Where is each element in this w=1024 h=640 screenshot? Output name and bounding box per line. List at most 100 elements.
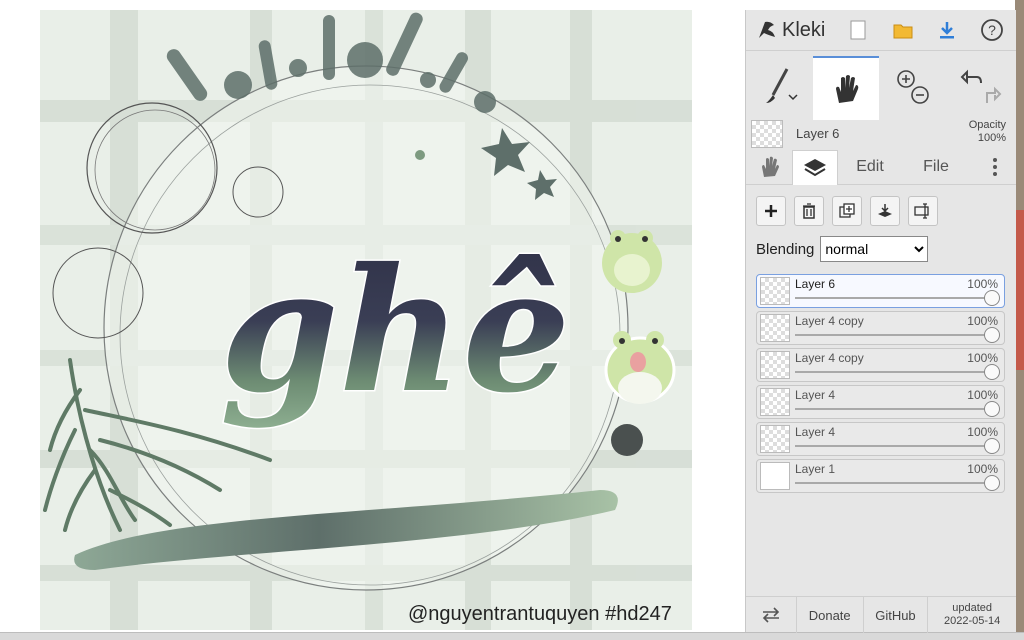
opacity-slider-handle[interactable]: [984, 327, 1000, 343]
undo-redo-buttons[interactable]: [947, 56, 1013, 118]
download-icon: [940, 22, 954, 39]
layer-name: Layer 4: [795, 388, 836, 402]
side-panel: Kleki ? Layer 6 Opacity 100% Edit File B…: [745, 10, 1016, 633]
open-file-button[interactable]: [889, 16, 917, 44]
plus-icon: [765, 205, 777, 217]
artwork-title: ghê: [220, 231, 571, 431]
layer-name: Layer 4 copy: [795, 314, 864, 328]
github-link[interactable]: GitHub: [864, 597, 929, 633]
kleki-logo-icon: [759, 21, 775, 38]
tab-file[interactable]: File: [908, 150, 964, 184]
swap-sides-button[interactable]: [746, 597, 797, 633]
panel-footer: Donate GitHub updated 2022-05-14: [746, 596, 1016, 633]
opacity-slider-track[interactable]: [795, 297, 992, 299]
folder-icon: [893, 24, 913, 39]
layer-item[interactable]: Layer 4 100%: [756, 385, 1005, 419]
layer-actions: [756, 196, 938, 228]
zoom-in-out-icon: [897, 70, 929, 104]
layer-item[interactable]: Layer 6 100%: [756, 274, 1005, 308]
layer-opacity: 100%: [967, 351, 998, 365]
opacity-slider-handle[interactable]: [984, 401, 1000, 417]
donate-link[interactable]: Donate: [797, 597, 864, 633]
undo-redo-icon: [960, 69, 1002, 103]
app-name: Kleki: [782, 18, 826, 41]
layer-item[interactable]: Layer 1 100%: [756, 459, 1005, 493]
new-file-button[interactable]: [844, 16, 872, 44]
brush-tool-button[interactable]: [746, 56, 812, 118]
more-vertical-icon: [993, 158, 997, 176]
brush-icon: [766, 68, 798, 103]
help-icon: ?: [981, 19, 1003, 41]
hand-icon: [836, 75, 859, 103]
layer-thumbnail: [760, 277, 790, 305]
opacity-slider-handle[interactable]: [984, 364, 1000, 380]
layers-icon: [804, 159, 826, 177]
updated-info: updated 2022-05-14: [928, 597, 1016, 633]
current-layer-info: Layer 6 Opacity 100%: [746, 116, 1016, 152]
artwork: ghê: [40, 10, 692, 630]
layer-opacity: 100%: [967, 314, 998, 328]
layer-thumbnail: [760, 425, 790, 453]
opacity-slider-handle[interactable]: [984, 475, 1000, 491]
trash-icon: [803, 203, 815, 219]
layer-name: Layer 1: [795, 462, 836, 476]
layer-opacity: 100%: [967, 388, 998, 402]
rename-icon: [914, 203, 929, 219]
opacity-label: Opacity: [968, 119, 1006, 131]
layer-item[interactable]: Layer 4 copy 100%: [756, 348, 1005, 382]
panel-header: Kleki ?: [746, 10, 1016, 51]
layer-thumbnail: [760, 462, 790, 490]
hand-tool-button[interactable]: [813, 56, 879, 120]
opacity-slider-track[interactable]: [795, 445, 992, 447]
rename-layer-button[interactable]: [908, 196, 938, 226]
panel-tabs: Edit File: [746, 150, 1016, 185]
zoom-tool-button[interactable]: [880, 56, 946, 118]
layer-name: Layer 4 copy: [795, 351, 864, 365]
tab-hand[interactable]: [748, 150, 790, 184]
layer-item[interactable]: Layer 4 copy 100%: [756, 311, 1005, 345]
opacity-slider-track[interactable]: [795, 408, 992, 410]
layer-opacity: 100%: [967, 462, 998, 476]
layer-opacity: 100%: [967, 425, 998, 439]
current-layer-name: Layer 6: [796, 126, 840, 141]
merge-layer-button[interactable]: [870, 196, 900, 226]
opacity-slider-track[interactable]: [795, 482, 992, 484]
add-layer-button[interactable]: [756, 196, 786, 226]
frog-sticker-2: [604, 331, 676, 404]
layer-thumbnail: [760, 388, 790, 416]
drawing-canvas[interactable]: ghê @nguyentrantuquyen #hd247: [0, 0, 745, 632]
blending-select[interactable]: normal: [820, 236, 929, 262]
help-button[interactable]: ?: [978, 16, 1006, 44]
hand-icon: [762, 156, 779, 177]
merge-down-icon: [878, 204, 892, 217]
window-edge: [1015, 0, 1024, 632]
layer-item[interactable]: Layer 4 100%: [756, 422, 1005, 456]
blending-label: Blending: [756, 240, 815, 258]
tool-row: [746, 56, 1016, 120]
artwork-graphic: ghê: [40, 10, 692, 630]
tab-edit[interactable]: Edit: [842, 150, 898, 184]
app-logo[interactable]: Kleki: [756, 16, 825, 44]
layer-name: Layer 6: [795, 277, 836, 291]
current-layer-opacity: Opacity 100%: [969, 119, 1006, 145]
layer-opacity: 100%: [967, 277, 998, 291]
more-menu-button[interactable]: [980, 150, 1010, 184]
opacity-slider-handle[interactable]: [984, 438, 1000, 454]
delete-layer-button[interactable]: [794, 196, 824, 226]
opacity-slider-handle[interactable]: [984, 290, 1000, 306]
tab-layers[interactable]: [792, 150, 838, 185]
save-button[interactable]: [933, 16, 961, 44]
swap-arrows-icon: [762, 607, 780, 623]
opacity-value: 100%: [977, 132, 1006, 144]
opacity-slider-track[interactable]: [795, 371, 992, 373]
layer-name: Layer 4: [795, 425, 836, 439]
watermark: @nguyentrantuquyen #hd247: [408, 603, 672, 625]
duplicate-icon: [839, 203, 855, 218]
new-file-icon: [850, 20, 866, 40]
blending-control: Blending normal: [756, 236, 929, 262]
updated-date: 2022-05-14: [944, 615, 1001, 627]
opacity-slider-track[interactable]: [795, 334, 992, 336]
layer-thumbnail: [760, 314, 790, 342]
duplicate-layer-button[interactable]: [832, 196, 862, 226]
updated-label: updated: [952, 602, 993, 614]
